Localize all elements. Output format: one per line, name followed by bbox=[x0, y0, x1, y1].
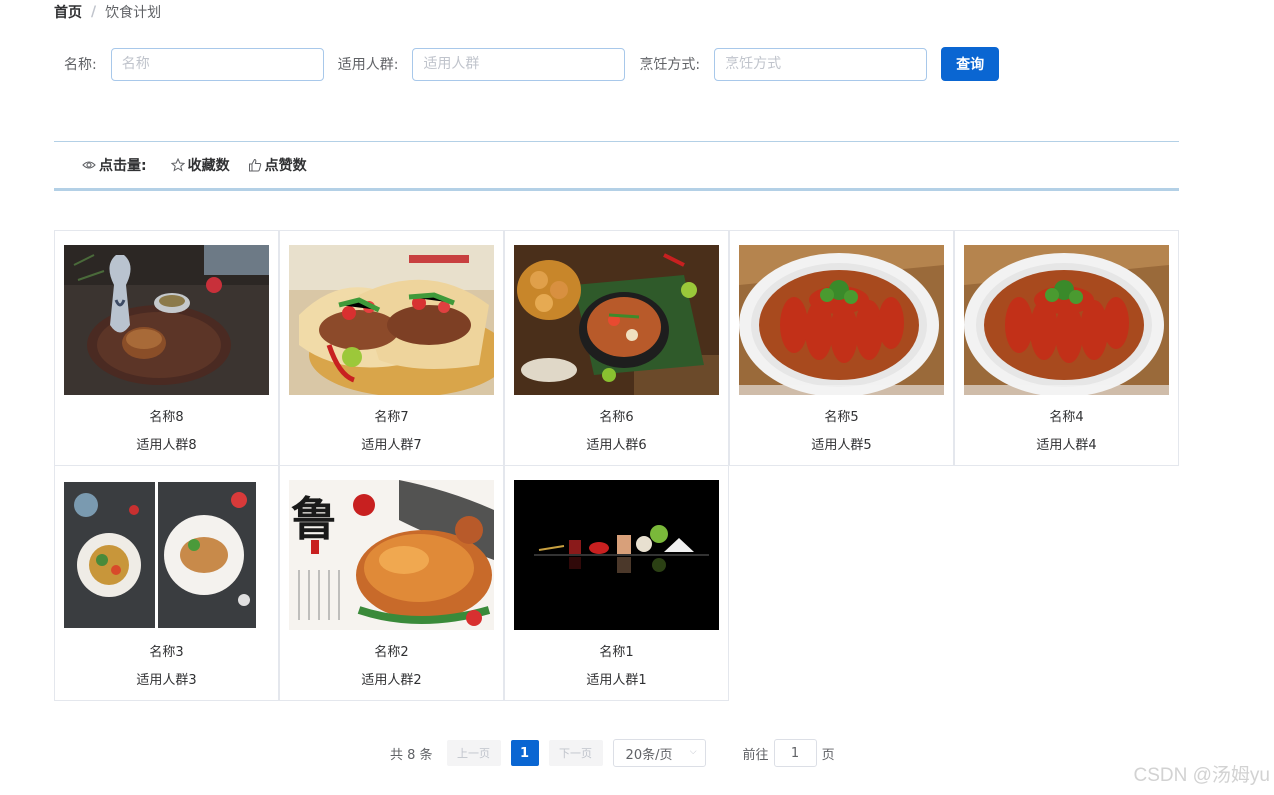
cook-method-input[interactable] bbox=[714, 47, 928, 81]
sort-clicks-label: 点击量: bbox=[99, 158, 147, 174]
name-input[interactable] bbox=[110, 47, 324, 81]
recipe-card[interactable]: 名称1 适用人群1 bbox=[504, 465, 729, 701]
recipe-crowd: 适用人群8 bbox=[136, 438, 197, 453]
recipe-image[interactable] bbox=[289, 245, 494, 395]
recipe-card[interactable]: 名称5 适用人群5 bbox=[729, 230, 954, 466]
thumbs-up-icon bbox=[248, 158, 261, 172]
recipe-image[interactable] bbox=[964, 245, 1169, 395]
eye-icon bbox=[82, 161, 96, 169]
recipe-name: 名称7 bbox=[374, 410, 409, 425]
recipe-image[interactable] bbox=[64, 480, 269, 630]
recipe-crowd: 适用人群5 bbox=[811, 438, 872, 453]
recipe-card[interactable]: 名称8 适用人群8 bbox=[54, 230, 279, 466]
watermark: CSDN @汤姆yu bbox=[1133, 765, 1270, 786]
recipe-image[interactable] bbox=[64, 245, 269, 395]
search-form: 名称: 适用人群: 烹饪方式: 查询 bbox=[64, 47, 1000, 81]
recipe-name: 名称5 bbox=[824, 410, 859, 425]
recipe-image[interactable] bbox=[739, 245, 944, 395]
svg-text:鲁: 鲁 bbox=[291, 492, 337, 546]
page-number-1[interactable]: 1 bbox=[510, 740, 539, 766]
page-jumper: 前往 页 bbox=[743, 739, 835, 767]
sort-favorites-label: 收藏数 bbox=[187, 158, 230, 174]
recipe-name: 名称6 bbox=[599, 410, 634, 425]
recipe-crowd: 适用人群4 bbox=[1036, 438, 1097, 453]
crowd-label: 适用人群: bbox=[337, 57, 399, 73]
sort-by-likes[interactable]: 点赞数 bbox=[248, 155, 307, 175]
page-size-value: 20条/页 bbox=[625, 747, 673, 763]
recipe-crowd: 适用人群6 bbox=[586, 438, 647, 453]
recipe-crowd: 适用人群1 bbox=[586, 673, 647, 688]
star-icon bbox=[170, 158, 185, 172]
recipe-crowd: 适用人群7 bbox=[361, 438, 422, 453]
recipe-card[interactable]: 名称3 适用人群3 bbox=[54, 465, 279, 701]
pagination-total: 共 8 条 bbox=[390, 747, 433, 763]
recipe-card[interactable]: 鲁 名称2 适用人群2 bbox=[279, 465, 504, 701]
sort-likes-label: 点赞数 bbox=[264, 158, 307, 174]
breadcrumb-current: 饮食计划 bbox=[105, 5, 162, 21]
goto-suffix: 页 bbox=[821, 747, 835, 763]
prev-page-button[interactable]: 上一页 bbox=[446, 740, 501, 766]
pagination: 共 8 条 上一页 1 下一页 20条/页 ⌵ 前往 页 bbox=[390, 739, 835, 767]
recipe-card[interactable]: 名称6 适用人群6 bbox=[504, 230, 729, 466]
recipe-name: 名称1 bbox=[599, 645, 634, 660]
sort-bar: 点击量: 收藏数 点赞数 bbox=[54, 141, 1179, 191]
breadcrumb-home[interactable]: 首页 bbox=[54, 2, 82, 22]
recipe-image[interactable] bbox=[514, 480, 719, 630]
search-button[interactable]: 查询 bbox=[941, 47, 1000, 81]
recipe-crowd: 适用人群3 bbox=[136, 673, 197, 688]
page-size-select[interactable]: 20条/页 ⌵ bbox=[612, 739, 706, 767]
breadcrumb: 首页 / 饮食计划 bbox=[54, 2, 161, 22]
recipe-name: 名称3 bbox=[149, 645, 184, 660]
name-label: 名称: bbox=[64, 57, 97, 73]
recipe-crowd: 适用人群2 bbox=[361, 673, 422, 688]
recipe-name: 名称4 bbox=[1049, 410, 1084, 425]
recipe-image[interactable] bbox=[514, 245, 719, 395]
goto-prefix: 前往 bbox=[742, 747, 769, 763]
sort-by-favorites[interactable]: 收藏数 bbox=[170, 155, 230, 175]
goto-page-input[interactable] bbox=[773, 739, 817, 767]
recipe-name: 名称8 bbox=[149, 410, 184, 425]
breadcrumb-separator: / bbox=[91, 4, 97, 20]
sort-by-clicks[interactable]: 点击量: bbox=[82, 155, 147, 175]
recipe-card[interactable]: 名称7 适用人群7 bbox=[279, 230, 504, 466]
chevron-down-icon: ⌵ bbox=[689, 747, 697, 757]
recipe-image[interactable]: 鲁 bbox=[289, 480, 494, 630]
recipe-name: 名称2 bbox=[374, 645, 409, 660]
next-page-button[interactable]: 下一页 bbox=[548, 740, 603, 766]
cook-method-label: 烹饪方式: bbox=[639, 57, 701, 73]
crowd-input[interactable] bbox=[412, 47, 626, 81]
recipe-card[interactable]: 名称4 适用人群4 bbox=[954, 230, 1179, 466]
